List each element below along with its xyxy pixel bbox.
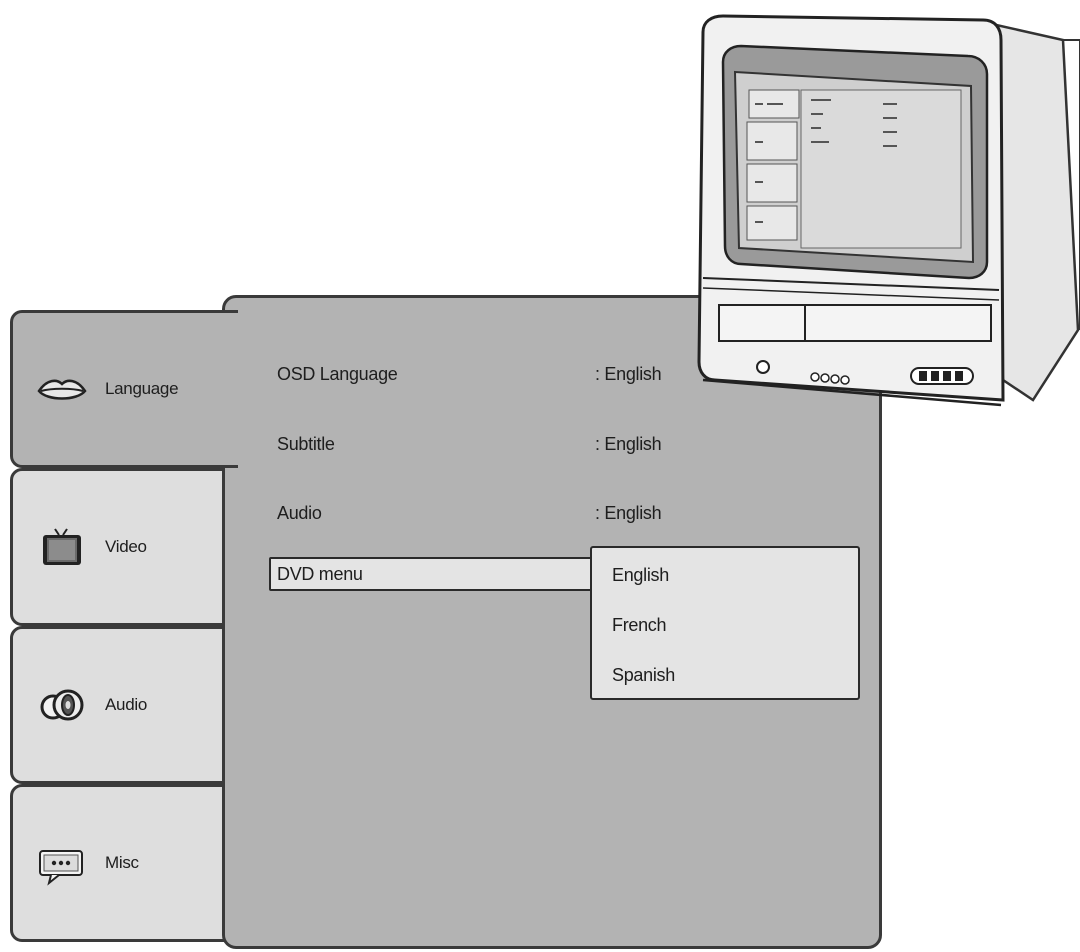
tab-audio-label: Audio [105,695,147,714]
setting-value: : English [595,503,662,523]
dropdown-option-french[interactable]: French [612,615,667,636]
dropdown-option-spanish[interactable]: Spanish [612,665,675,686]
setting-value: : English [595,364,662,384]
speaker-icon [40,689,84,721]
tab-video-label: Video [105,537,147,556]
setting-label: Audio [277,503,322,523]
tab-video[interactable]: Video [10,468,236,626]
setting-label: Subtitle [277,434,335,454]
tv-icon [43,528,81,565]
setting-row-subtitle[interactable]: Subtitle : English [277,426,837,466]
lips-icon [37,379,87,400]
tv-illustration [683,0,1080,425]
setting-row-audio[interactable]: Audio : English [277,495,837,535]
dropdown-option-english[interactable]: English [612,565,669,586]
tab-language[interactable]: Language [10,310,238,468]
dvd-menu-dropdown[interactable]: English French Spanish [590,546,860,700]
tab-misc[interactable]: Misc [10,784,236,942]
tab-audio[interactable]: Audio [10,626,236,784]
speech-bubble-icon [39,850,83,886]
setting-label: DVD menu [277,564,363,584]
setting-value: : English [595,434,662,454]
tab-misc-label: Misc [105,853,139,872]
tab-language-label: Language [105,379,179,398]
setting-label: OSD Language [277,364,398,384]
